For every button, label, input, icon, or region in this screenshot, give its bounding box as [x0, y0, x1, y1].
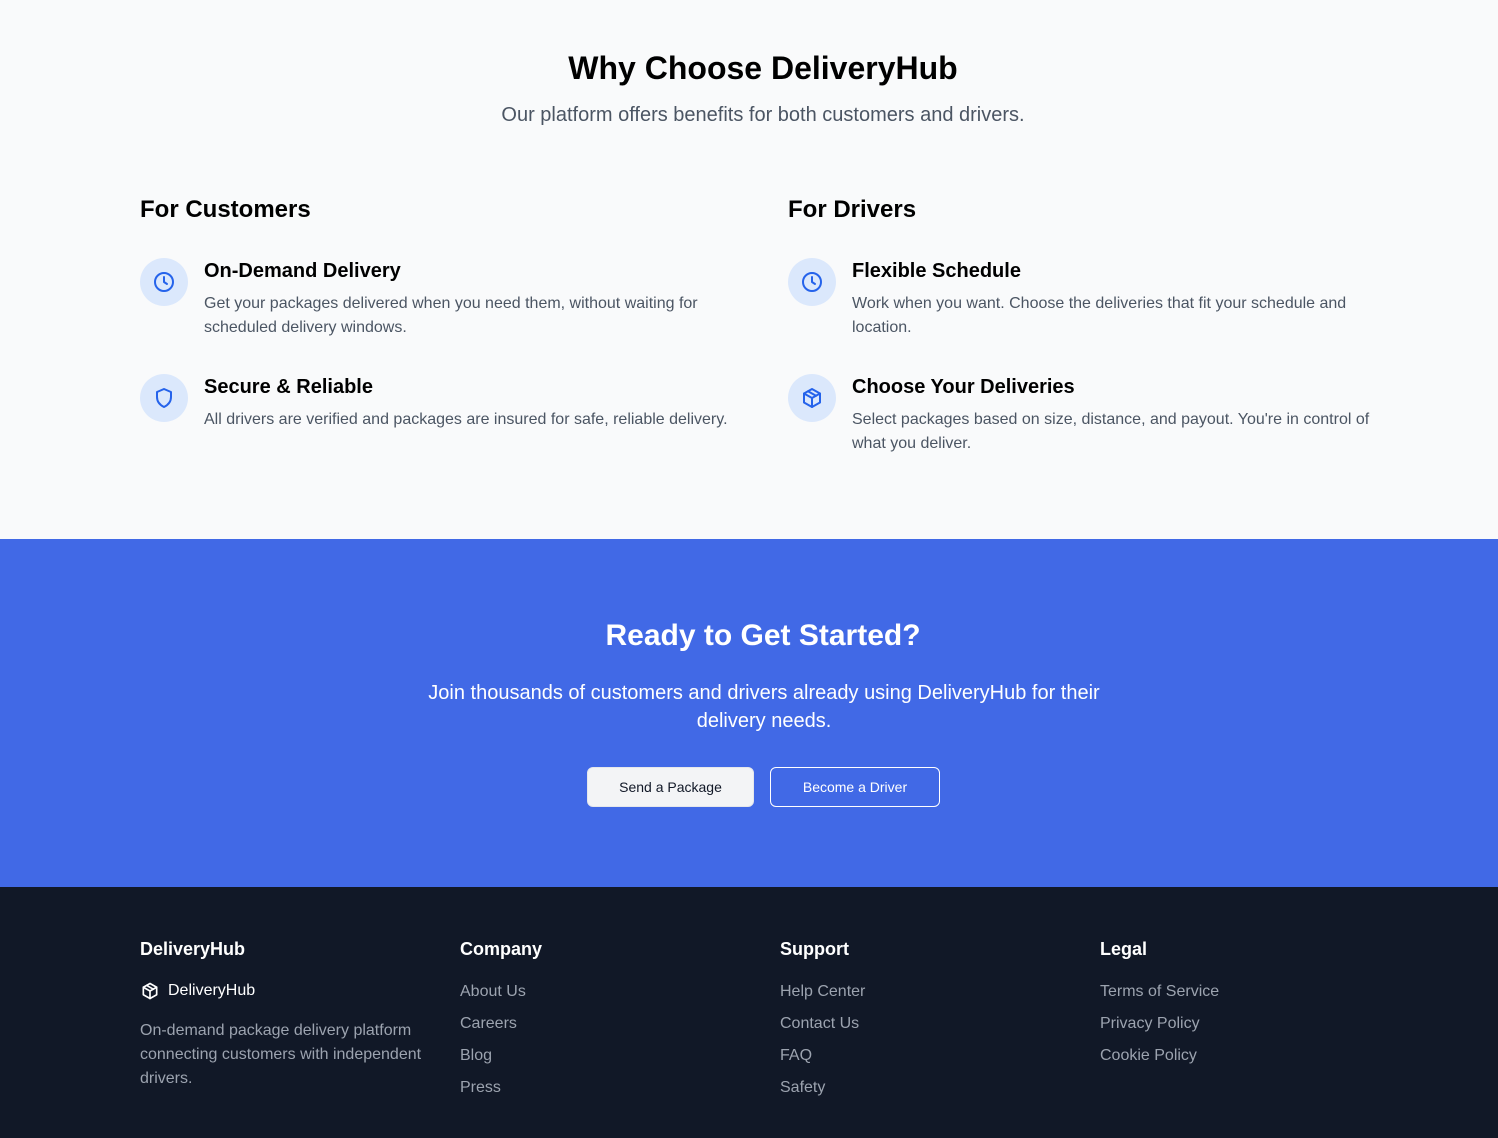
- footer-link-contact-us[interactable]: Contact Us: [780, 1013, 865, 1045]
- clock-icon: [140, 258, 188, 306]
- feature-description: Work when you want. Choose the deliverie…: [852, 295, 1347, 336]
- footer-link-blog[interactable]: Blog: [460, 1045, 526, 1077]
- feature-title: Choose Your Deliveries: [852, 376, 1075, 398]
- footer-company-heading: Company: [460, 939, 543, 959]
- feature-title: On-Demand Delivery: [204, 260, 401, 282]
- feature-description: All drivers are verified and packages ar…: [204, 411, 728, 428]
- package-icon: [788, 374, 836, 422]
- customers-column: For Customers On-Demand Delivery Get you…: [140, 196, 740, 428]
- feature-title: Flexible Schedule: [852, 260, 1021, 282]
- cta-section: Ready to Get Started? Join thousands of …: [0, 539, 1498, 887]
- footer-brand-description: On-demand package delivery platform conn…: [140, 1022, 422, 1087]
- footer-logo[interactable]: DeliveryHub: [140, 981, 255, 1001]
- section-title: Why Choose DeliveryHub: [568, 50, 958, 86]
- footer-link-about-us[interactable]: About Us: [460, 981, 526, 1013]
- why-choose-section: Why Choose DeliveryHub Our platform offe…: [0, 0, 1498, 539]
- footer-legal-column: Legal Terms of Service Privacy Policy Co…: [1100, 939, 1400, 1064]
- drivers-heading: For Drivers: [788, 196, 917, 223]
- footer-link-terms[interactable]: Terms of Service: [1100, 981, 1219, 1013]
- footer-support-column: Support Help Center Contact Us FAQ Safet…: [780, 939, 1080, 1096]
- footer-legal-heading: Legal: [1100, 939, 1148, 959]
- section-subtitle: Our platform offers benefits for both cu…: [501, 104, 1025, 126]
- footer-link-safety[interactable]: Safety: [780, 1077, 865, 1109]
- drivers-column: For Drivers Flexible Schedule Work when …: [788, 196, 1388, 452]
- footer: DeliveryHub DeliveryHub On-demand packag…: [0, 887, 1498, 1138]
- cta-title: Ready to Get Started?: [605, 619, 921, 652]
- clock-icon: [788, 258, 836, 306]
- footer-brand-column: DeliveryHub DeliveryHub: [140, 939, 440, 1000]
- footer-logo-text: DeliveryHub: [168, 982, 256, 999]
- send-package-button[interactable]: Send a Package: [587, 767, 754, 807]
- footer-brand-heading: DeliveryHub: [140, 939, 246, 959]
- footer-link-careers[interactable]: Careers: [460, 1013, 526, 1045]
- feature-title: Secure & Reliable: [204, 376, 373, 398]
- footer-link-help-center[interactable]: Help Center: [780, 981, 865, 1013]
- package-icon: [142, 982, 158, 1000]
- become-driver-button[interactable]: Become a Driver: [770, 767, 940, 807]
- feature-description: Get your packages delivered when you nee…: [204, 295, 698, 336]
- footer-link-cookie[interactable]: Cookie Policy: [1100, 1045, 1219, 1077]
- feature-description: Select packages based on size, distance,…: [852, 411, 1370, 452]
- footer-link-privacy[interactable]: Privacy Policy: [1100, 1013, 1219, 1045]
- footer-link-press[interactable]: Press: [460, 1077, 526, 1109]
- shield-icon: [140, 374, 188, 422]
- footer-link-faq[interactable]: FAQ: [780, 1045, 865, 1077]
- footer-support-heading: Support: [780, 939, 849, 959]
- footer-company-column: Company About Us Careers Blog Press: [460, 939, 760, 1096]
- customers-heading: For Customers: [140, 196, 311, 223]
- cta-subtitle: Join thousands of customers and drivers …: [428, 682, 1100, 732]
